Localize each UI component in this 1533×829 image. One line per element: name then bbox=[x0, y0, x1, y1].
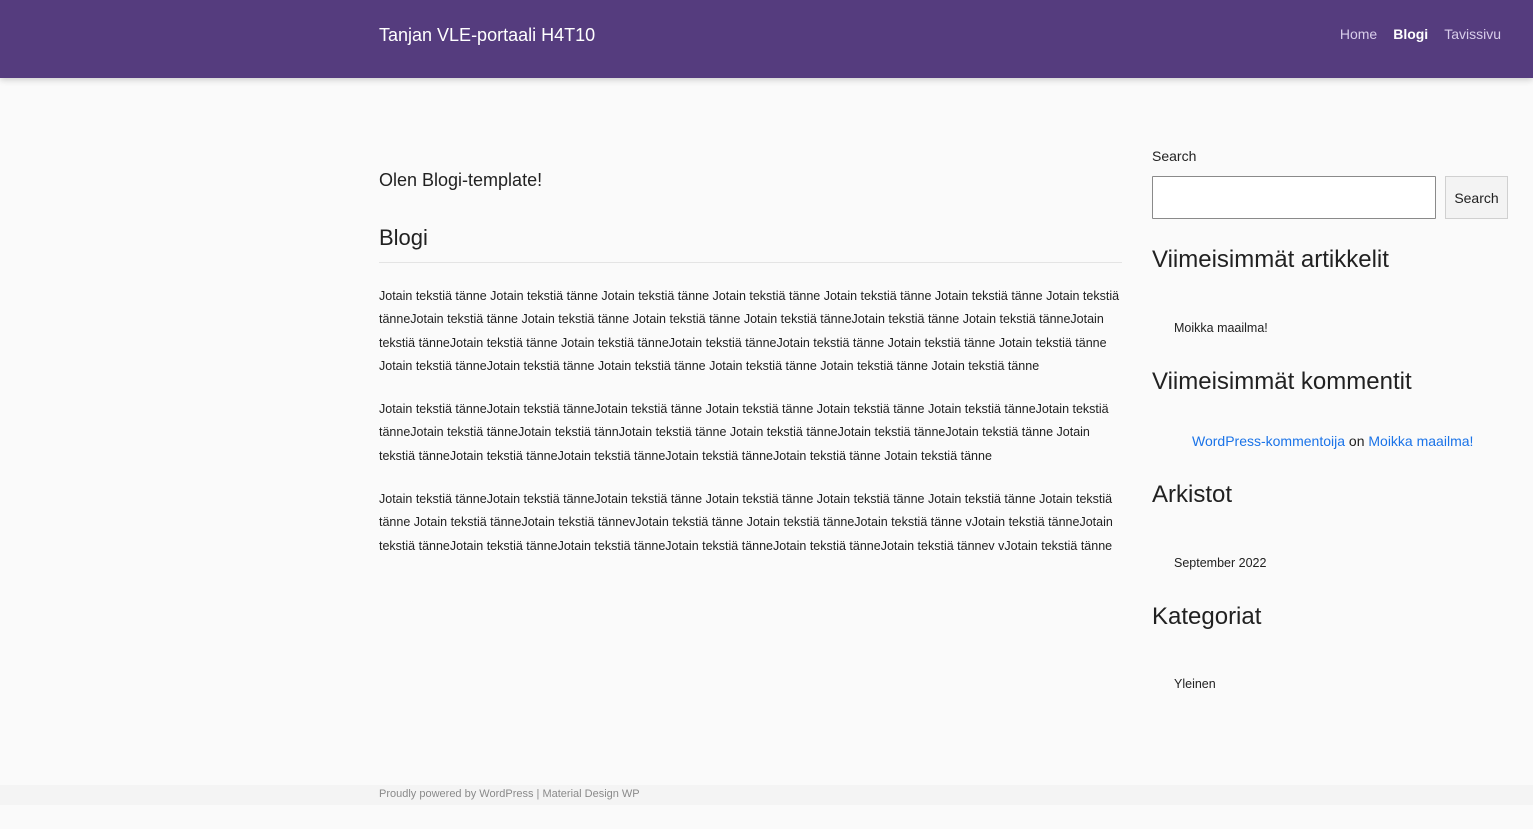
site-title-link[interactable]: Tanjan VLE-portaali H4T10 bbox=[379, 25, 595, 46]
footer-credit: Proudly powered by WordPress | Material … bbox=[379, 788, 640, 800]
paragraph-1: Jotain tekstiä tänne Jotain tekstiä tänn… bbox=[379, 289, 1120, 373]
recent-comments-widget: Viimeisimmät kommentit WordPress-komment… bbox=[1152, 368, 1508, 449]
archive-link[interactable]: September 2022 bbox=[1152, 556, 1508, 570]
recent-post-link[interactable]: Moikka maailma! bbox=[1152, 321, 1508, 335]
site-footer: Proudly powered by WordPress | Material … bbox=[0, 785, 1533, 805]
main-content: Olen Blogi-template! Blogi Jotain teksti… bbox=[379, 160, 1122, 558]
page-title: Blogi bbox=[379, 225, 1122, 263]
search-label: Search bbox=[1152, 148, 1197, 164]
comment-post-link[interactable]: Moikka maailma! bbox=[1368, 433, 1473, 449]
intro-text: Olen Blogi-template! bbox=[379, 170, 543, 190]
nav-home[interactable]: Home bbox=[1340, 26, 1377, 42]
archives-list: September 2022 bbox=[1152, 556, 1508, 570]
main-nav: Home Blogi Tavissivu bbox=[1340, 26, 1501, 42]
comment-on-text: on bbox=[1348, 433, 1365, 449]
comment-author-link[interactable]: WordPress-kommentoija bbox=[1192, 433, 1345, 449]
nav-tavissivu[interactable]: Tavissivu bbox=[1444, 26, 1501, 42]
categories-title: Kategoriat bbox=[1152, 603, 1262, 630]
recent-posts-widget: Viimeisimmät artikkelit Moikka maailma! bbox=[1152, 246, 1508, 335]
recent-comment-item: WordPress-kommentoija on Moikka maailma! bbox=[1152, 433, 1508, 449]
archives-title: Arkistot bbox=[1152, 481, 1233, 508]
recent-posts-list: Moikka maailma! bbox=[1152, 321, 1508, 335]
categories-widget: Kategoriat Yleinen bbox=[1152, 603, 1508, 691]
paragraph-2: Jotain tekstiä tänneJotain tekstiä tänne… bbox=[379, 402, 1109, 463]
recent-comments-title: Viimeisimmät kommentit bbox=[1152, 368, 1412, 395]
search-input[interactable] bbox=[1152, 176, 1436, 219]
site-header: Tanjan VLE-portaali H4T10 Home Blogi Tav… bbox=[0, 0, 1533, 78]
categories-list: Yleinen bbox=[1152, 677, 1508, 691]
search-button[interactable]: Search bbox=[1445, 176, 1508, 219]
sidebar: Search Search Viimeisimmät artikkelit Mo… bbox=[1152, 146, 1508, 691]
search-form: Search bbox=[1152, 176, 1508, 219]
paragraph-3: Jotain tekstiä tänneJotain tekstiä tänne… bbox=[379, 492, 1113, 553]
nav-blogi[interactable]: Blogi bbox=[1393, 26, 1428, 42]
category-link[interactable]: Yleinen bbox=[1152, 677, 1508, 691]
archives-widget: Arkistot September 2022 bbox=[1152, 481, 1508, 570]
recent-posts-title: Viimeisimmät artikkelit bbox=[1152, 246, 1389, 273]
